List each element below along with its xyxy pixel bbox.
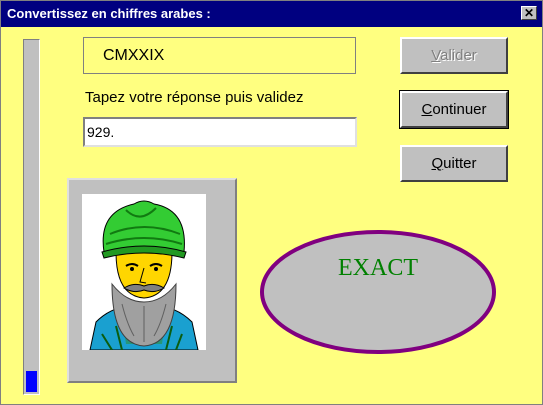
quit-label-accel: Q	[431, 155, 444, 172]
portrait-frame	[67, 178, 237, 383]
result-text: EXACT	[338, 255, 418, 281]
result-indicator: EXACT	[259, 229, 497, 355]
turbaned-man-portrait-icon	[82, 194, 206, 351]
instruction-label: Tapez votre réponse puis validez	[85, 89, 304, 106]
validate-button[interactable]: Valider	[400, 37, 508, 74]
validate-label-accel: V	[431, 47, 441, 64]
quit-label-rest: uitter	[443, 155, 477, 172]
progress-fill	[26, 371, 37, 392]
continue-button[interactable]: Continuer	[399, 90, 509, 129]
app-window: Convertissez en chiffres arabes : ✕ CMXX…	[0, 0, 543, 405]
validate-label-rest: alider	[440, 47, 477, 64]
progress-bar	[23, 39, 40, 395]
title-bar: Convertissez en chiffres arabes : ✕	[1, 1, 542, 27]
quit-button[interactable]: Quitter	[400, 145, 508, 182]
window-title: Convertissez en chiffres arabes :	[7, 6, 211, 21]
continue-label-accel: C	[421, 101, 433, 118]
roman-numeral-box: CMXXIX	[83, 37, 356, 74]
close-button[interactable]: ✕	[521, 6, 537, 20]
answer-input[interactable]	[83, 117, 357, 147]
roman-numeral: CMXXIX	[103, 47, 165, 64]
continue-label-rest: ontinuer	[432, 101, 487, 118]
close-icon: ✕	[523, 6, 535, 20]
